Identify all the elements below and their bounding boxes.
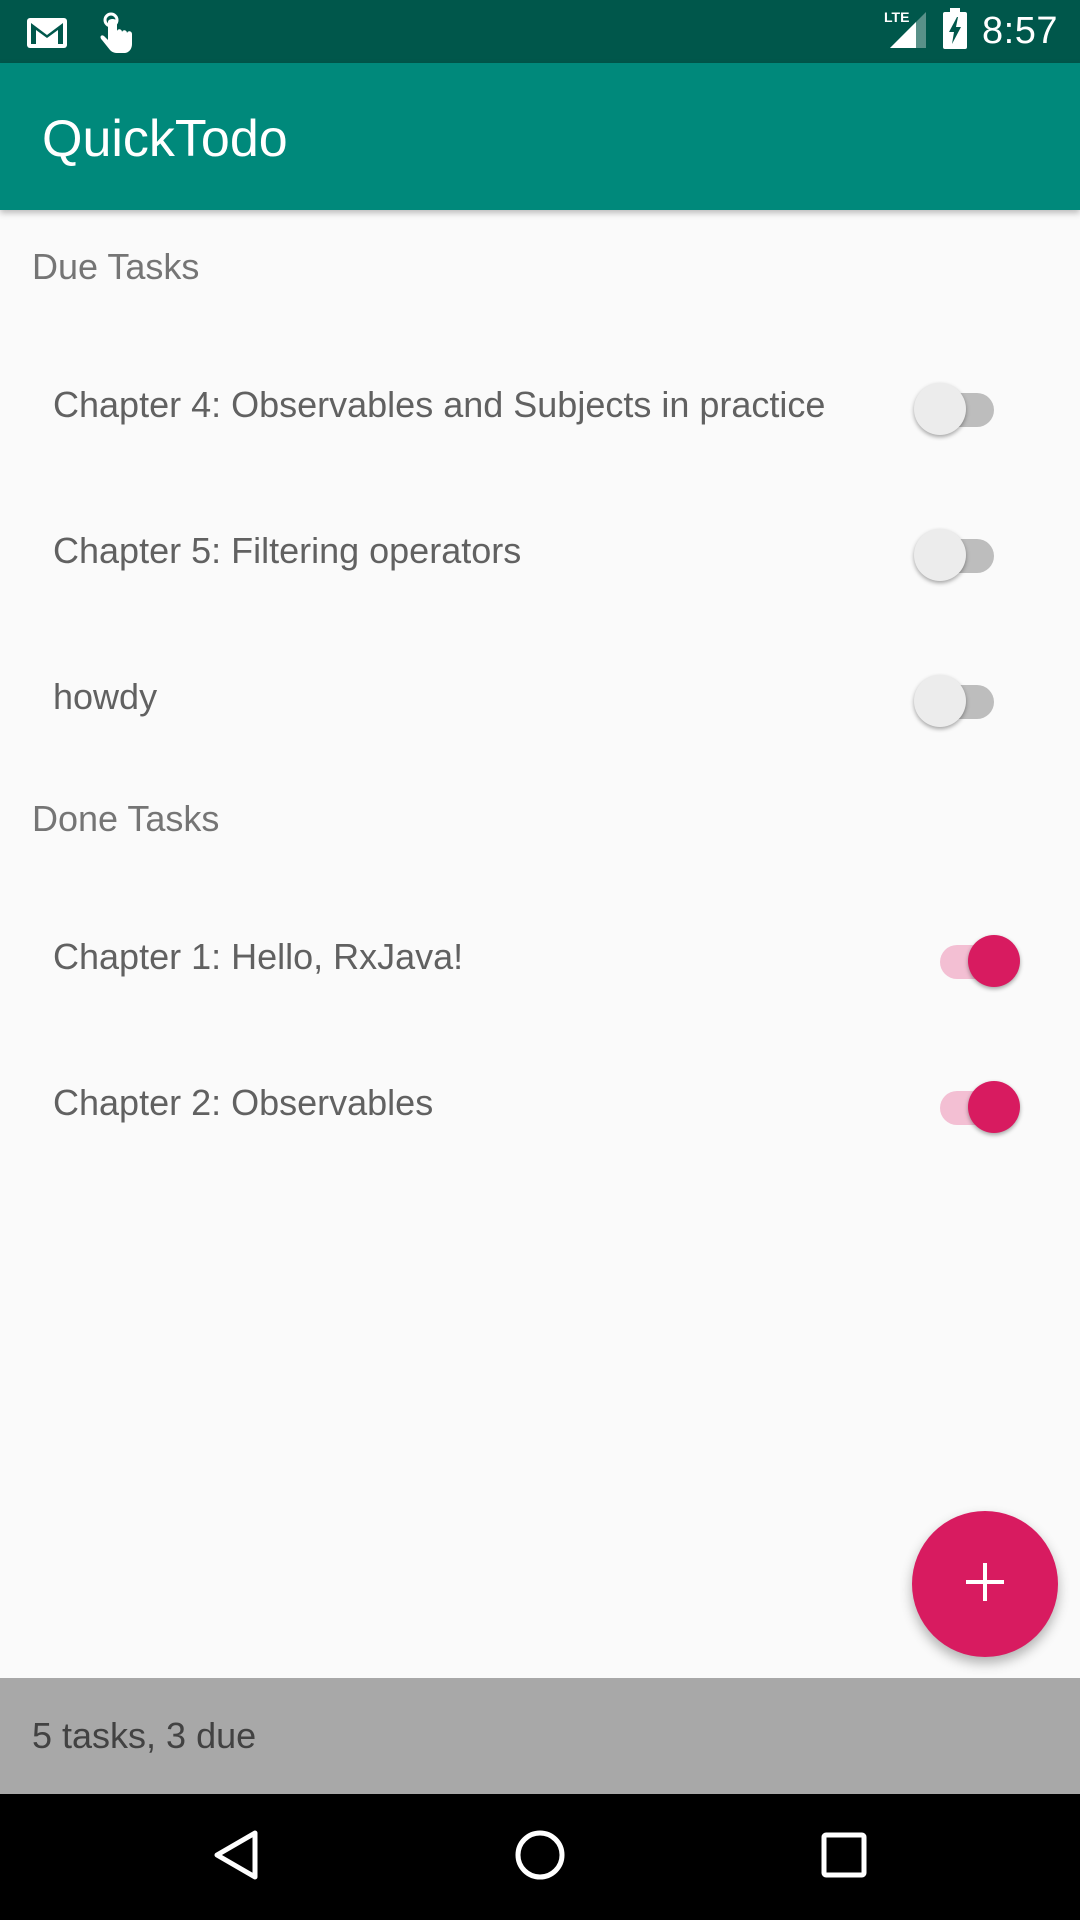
app-bar: QuickTodo bbox=[0, 63, 1080, 210]
done-tasks-header: Done Tasks bbox=[32, 798, 220, 839]
task-summary-bar: 5 tasks, 3 due bbox=[0, 1678, 1080, 1794]
task-toggle-switch[interactable] bbox=[914, 669, 1000, 727]
task-row[interactable]: Chapter 5: Filtering operators bbox=[0, 478, 1080, 624]
task-row[interactable]: Chapter 1: Hello, RxJava! bbox=[0, 884, 1080, 1030]
task-toggle-switch[interactable] bbox=[934, 1075, 1020, 1133]
task-list: Due Tasks Chapter 4: Observables and Sub… bbox=[0, 210, 1080, 1678]
gmail-icon bbox=[26, 17, 68, 54]
switch-thumb bbox=[914, 383, 966, 435]
recents-button[interactable] bbox=[814, 1827, 874, 1887]
task-toggle-switch[interactable] bbox=[934, 929, 1020, 987]
navigation-bar bbox=[0, 1794, 1080, 1920]
task-label: Chapter 5: Filtering operators bbox=[53, 530, 522, 571]
recents-icon bbox=[820, 1831, 868, 1884]
signal-icon: LTE bbox=[882, 8, 928, 55]
switch-thumb bbox=[914, 675, 966, 727]
switch-thumb bbox=[968, 1081, 1020, 1133]
back-icon bbox=[212, 1829, 260, 1886]
task-summary-text: 5 tasks, 3 due bbox=[32, 1715, 257, 1756]
task-label: Chapter 1: Hello, RxJava! bbox=[53, 936, 464, 977]
add-task-button[interactable] bbox=[912, 1511, 1058, 1657]
battery-charging-icon bbox=[942, 8, 968, 55]
status-bar: LTE 8:57 bbox=[0, 0, 1080, 63]
plus-icon bbox=[964, 1561, 1006, 1608]
due-tasks-header: Due Tasks bbox=[32, 246, 200, 287]
task-row[interactable]: Chapter 4: Observables and Subjects in p… bbox=[0, 332, 1080, 478]
touch-icon bbox=[96, 12, 134, 59]
switch-thumb bbox=[914, 529, 966, 581]
switch-thumb bbox=[968, 935, 1020, 987]
task-toggle-switch[interactable] bbox=[914, 377, 1000, 435]
status-clock: 8:57 bbox=[982, 10, 1058, 52]
task-row[interactable]: Chapter 2: Observables bbox=[0, 1030, 1080, 1176]
home-button[interactable] bbox=[510, 1827, 570, 1887]
app-title: QuickTodo bbox=[42, 110, 288, 168]
back-button[interactable] bbox=[206, 1827, 266, 1887]
task-row[interactable]: howdy bbox=[0, 624, 1080, 770]
task-label: Chapter 4: Observables and Subjects in p… bbox=[53, 384, 826, 425]
task-label: Chapter 2: Observables bbox=[53, 1082, 434, 1123]
network-type-label: LTE bbox=[884, 9, 909, 25]
task-toggle-switch[interactable] bbox=[914, 523, 1000, 581]
task-label: howdy bbox=[53, 676, 158, 717]
home-icon bbox=[514, 1829, 566, 1886]
